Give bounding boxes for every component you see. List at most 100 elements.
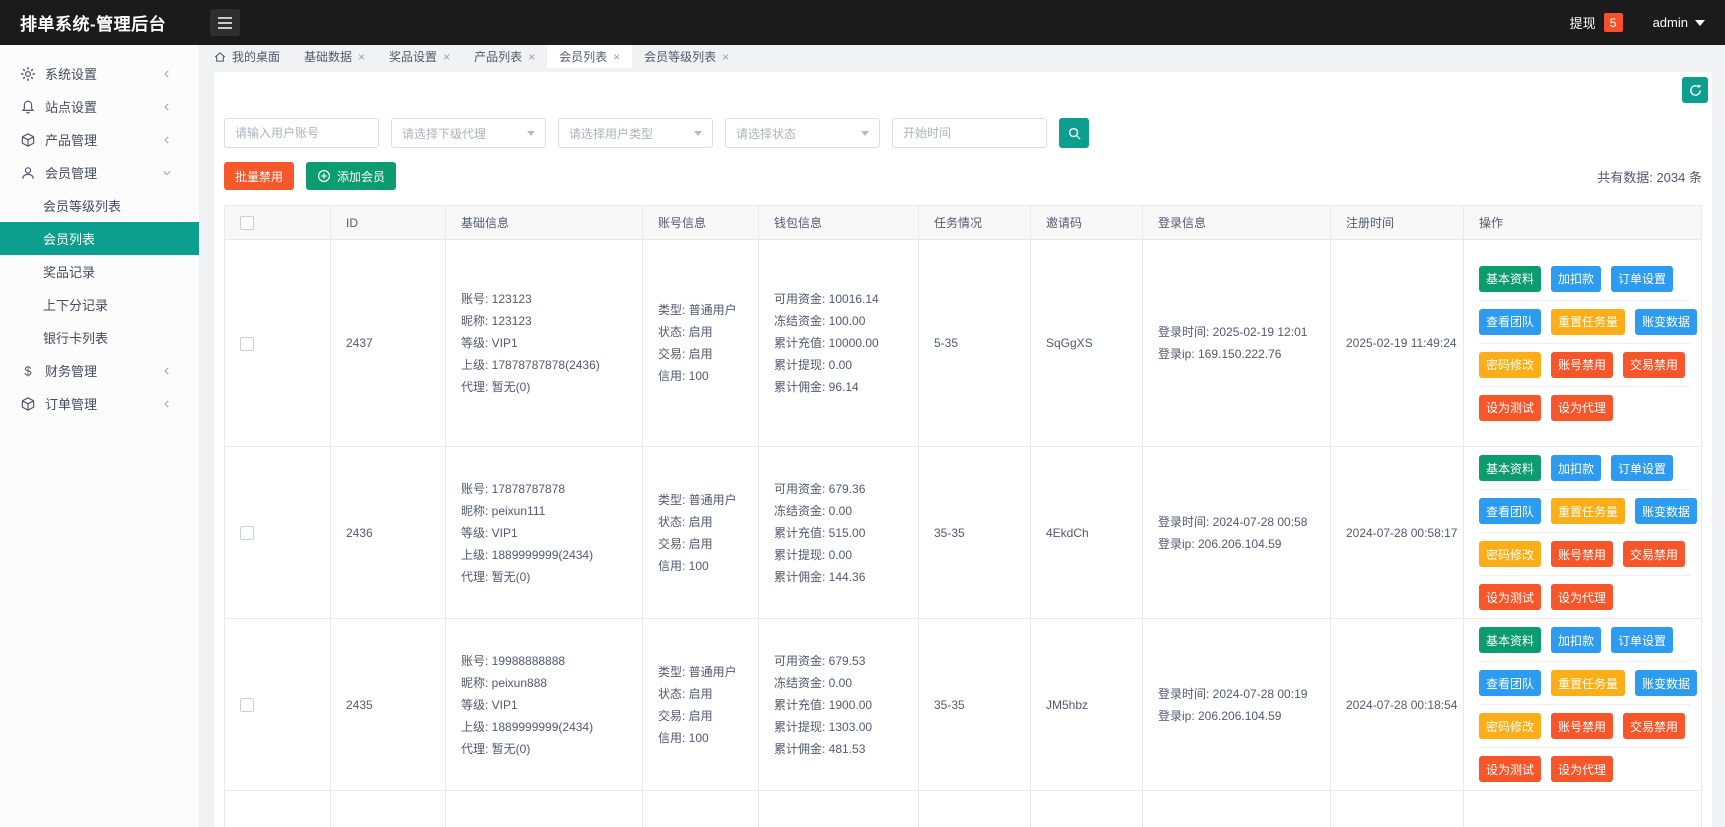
view-team-button[interactable]: 查看团队: [1479, 498, 1542, 524]
sidebar-item-order-management[interactable]: 订单管理: [0, 387, 199, 420]
sidebar-item-member-level-list[interactable]: 会员等级列表: [0, 189, 199, 222]
filter-bar: 请选择下级代理 请选择用户类型 请选择状态: [224, 118, 1702, 148]
sidebar-item-score-records[interactable]: 上下分记录: [0, 288, 199, 321]
row-checkbox[interactable]: [240, 526, 254, 541]
order-settings-button[interactable]: 订单设置: [1611, 265, 1674, 292]
sidebar-item-site-settings[interactable]: 站点设置: [0, 90, 199, 123]
tab-my-desktop[interactable]: 我的桌面: [202, 45, 292, 68]
agent-select[interactable]: 请选择下级代理: [391, 118, 546, 148]
tab-member-list[interactable]: 会员列表 ×: [547, 45, 633, 68]
close-icon[interactable]: ×: [443, 51, 450, 63]
tab-product-list[interactable]: 产品列表 ×: [462, 45, 547, 68]
tab-member-level-list[interactable]: 会员等级列表 ×: [632, 45, 741, 68]
set-test-button[interactable]: 设为测试: [1479, 756, 1542, 782]
search-icon: [1068, 127, 1081, 140]
set-agent-button[interactable]: 设为代理: [1551, 394, 1614, 421]
change-password-button[interactable]: 密码修改: [1479, 713, 1542, 739]
reset-task-button[interactable]: 重置任务量: [1551, 498, 1626, 524]
withdraw-notice[interactable]: 提现 5: [1570, 13, 1623, 32]
set-agent-button[interactable]: 设为代理: [1551, 584, 1614, 610]
cell-login-info: 登录时间: 2025-02-19 12:01 登录ip: 169.150.222.…: [1142, 239, 1331, 447]
set-agent-button[interactable]: 设为代理: [1551, 756, 1614, 782]
column-header-task: 任务情况: [918, 205, 1031, 240]
sidebar-item-finance-management[interactable]: $ 财务管理: [0, 354, 199, 387]
sidebar-toggle-button[interactable]: [210, 9, 240, 36]
cell-login-info: 登录时间: 2024-07-28 00:58 登录ip: 206.206.104.…: [1142, 446, 1331, 619]
disable-account-button[interactable]: 账号禁用: [1551, 713, 1614, 739]
close-icon[interactable]: ×: [358, 51, 365, 63]
cell-register-time: 2024-07-28 00:18:54: [1330, 618, 1464, 791]
sidebar-item-system-settings[interactable]: 系统设置: [0, 57, 199, 90]
tab-basic-data[interactable]: 基础数据 ×: [292, 45, 377, 68]
user-type-select[interactable]: 请选择用户类型: [558, 118, 713, 148]
cell-invite-code: JM5hbz: [1030, 618, 1143, 791]
add-member-button[interactable]: 添加会员: [306, 162, 397, 190]
order-settings-button[interactable]: 订单设置: [1611, 627, 1674, 653]
account-search-input[interactable]: [224, 118, 379, 148]
disable-trade-button[interactable]: 交易禁用: [1623, 351, 1686, 378]
cell-invite-code: 4EkdCh: [1030, 446, 1143, 619]
plus-circle-icon: [318, 170, 331, 182]
reset-task-button[interactable]: 重置任务量: [1551, 308, 1626, 335]
user-menu[interactable]: admin: [1653, 15, 1705, 30]
basic-info-button[interactable]: 基本资料: [1479, 265, 1542, 292]
order-settings-button[interactable]: 订单设置: [1611, 455, 1674, 481]
table-row: 2435 账号: 19988888888 昵称: peixun888 等级: VIP…: [224, 618, 1702, 791]
column-header-wallet-info: 钱包信息: [758, 205, 919, 240]
start-time-input[interactable]: [892, 118, 1047, 148]
account-change-button[interactable]: 账变数据: [1635, 670, 1698, 696]
close-icon[interactable]: ×: [613, 51, 620, 63]
disable-account-button[interactable]: 账号禁用: [1551, 351, 1614, 378]
column-header-actions: 操作: [1463, 205, 1702, 240]
refresh-button[interactable]: [1682, 77, 1708, 103]
username: admin: [1652, 15, 1688, 30]
hamburger-icon: [218, 16, 232, 19]
row-checkbox[interactable]: [240, 336, 254, 351]
change-password-button[interactable]: 密码修改: [1479, 541, 1542, 567]
column-header-register-time: 注册时间: [1330, 205, 1464, 240]
set-test-button[interactable]: 设为测试: [1479, 584, 1542, 610]
chevron-left-icon: [164, 400, 169, 407]
sidebar-item-label: 系统设置: [45, 67, 98, 82]
account-change-button[interactable]: 账变数据: [1635, 498, 1698, 524]
cell-id: 2435: [330, 618, 446, 791]
cell-actions: 基本资料 加扣款 订单设置 查看团队 重置任务量 账变数据 密码修改 账号禁用: [1463, 446, 1702, 619]
close-icon[interactable]: ×: [528, 51, 535, 63]
disable-trade-button[interactable]: 交易禁用: [1623, 541, 1686, 567]
basic-info-button[interactable]: 基本资料: [1479, 627, 1542, 653]
sidebar-item-member-list[interactable]: 会员列表: [0, 222, 199, 255]
search-button[interactable]: [1059, 118, 1089, 148]
row-checkbox[interactable]: [240, 698, 254, 713]
chevron-left-icon: [164, 367, 169, 374]
reset-task-button[interactable]: 重置任务量: [1551, 670, 1626, 696]
status-select[interactable]: 请选择状态: [725, 118, 880, 148]
sidebar-item-label: 会员管理: [45, 166, 98, 181]
change-password-button[interactable]: 密码修改: [1479, 351, 1542, 378]
sidebar-item-prize-records[interactable]: 奖品记录: [0, 255, 199, 288]
disable-account-button[interactable]: 账号禁用: [1551, 541, 1614, 567]
cell-wallet-info: 可用资金: 679.36 冻结资金: 0.00 累计充值: 515.00 累计提现: …: [758, 446, 919, 619]
basic-info-button[interactable]: 基本资料: [1479, 455, 1542, 481]
view-team-button[interactable]: 查看团队: [1479, 308, 1542, 335]
add-deduct-button[interactable]: 加扣款: [1551, 265, 1602, 292]
sidebar-item-label: 产品管理: [45, 133, 98, 148]
batch-disable-button[interactable]: 批量禁用: [224, 162, 295, 190]
view-team-button[interactable]: 查看团队: [1479, 670, 1542, 696]
cell-wallet-info: 可用资金: 679.53 冻结资金: 0.00 累计充值: 1900.00 累计提现:…: [758, 618, 919, 791]
cell-task: 35-35: [918, 446, 1031, 619]
add-deduct-button[interactable]: 加扣款: [1551, 627, 1602, 653]
account-change-button[interactable]: 账变数据: [1635, 308, 1698, 335]
add-deduct-button[interactable]: 加扣款: [1551, 455, 1602, 481]
select-all-checkbox[interactable]: [240, 215, 254, 230]
tab-prize-settings[interactable]: 奖品设置 ×: [377, 45, 462, 68]
cell-actions: 基本资料 加扣款 订单设置 查看团队 重置任务量 账变数据: [1463, 790, 1702, 827]
table-row: 2437 账号: 123123 昵称: 123123 等级: VIP1 上级: 178…: [224, 239, 1702, 447]
cell-register-time: 2024-07-28 00:58:17: [1330, 446, 1464, 619]
close-icon[interactable]: ×: [722, 51, 729, 63]
sidebar-item-bank-card-list[interactable]: 银行卡列表: [0, 321, 199, 354]
disable-trade-button[interactable]: 交易禁用: [1623, 713, 1686, 739]
sidebar-item-member-management[interactable]: 会员管理: [0, 156, 199, 189]
sidebar-item-product-management[interactable]: 产品管理: [0, 123, 199, 156]
cell-register-time: 2025-02-19 11:49:24: [1330, 239, 1464, 447]
set-test-button[interactable]: 设为测试: [1479, 394, 1542, 421]
